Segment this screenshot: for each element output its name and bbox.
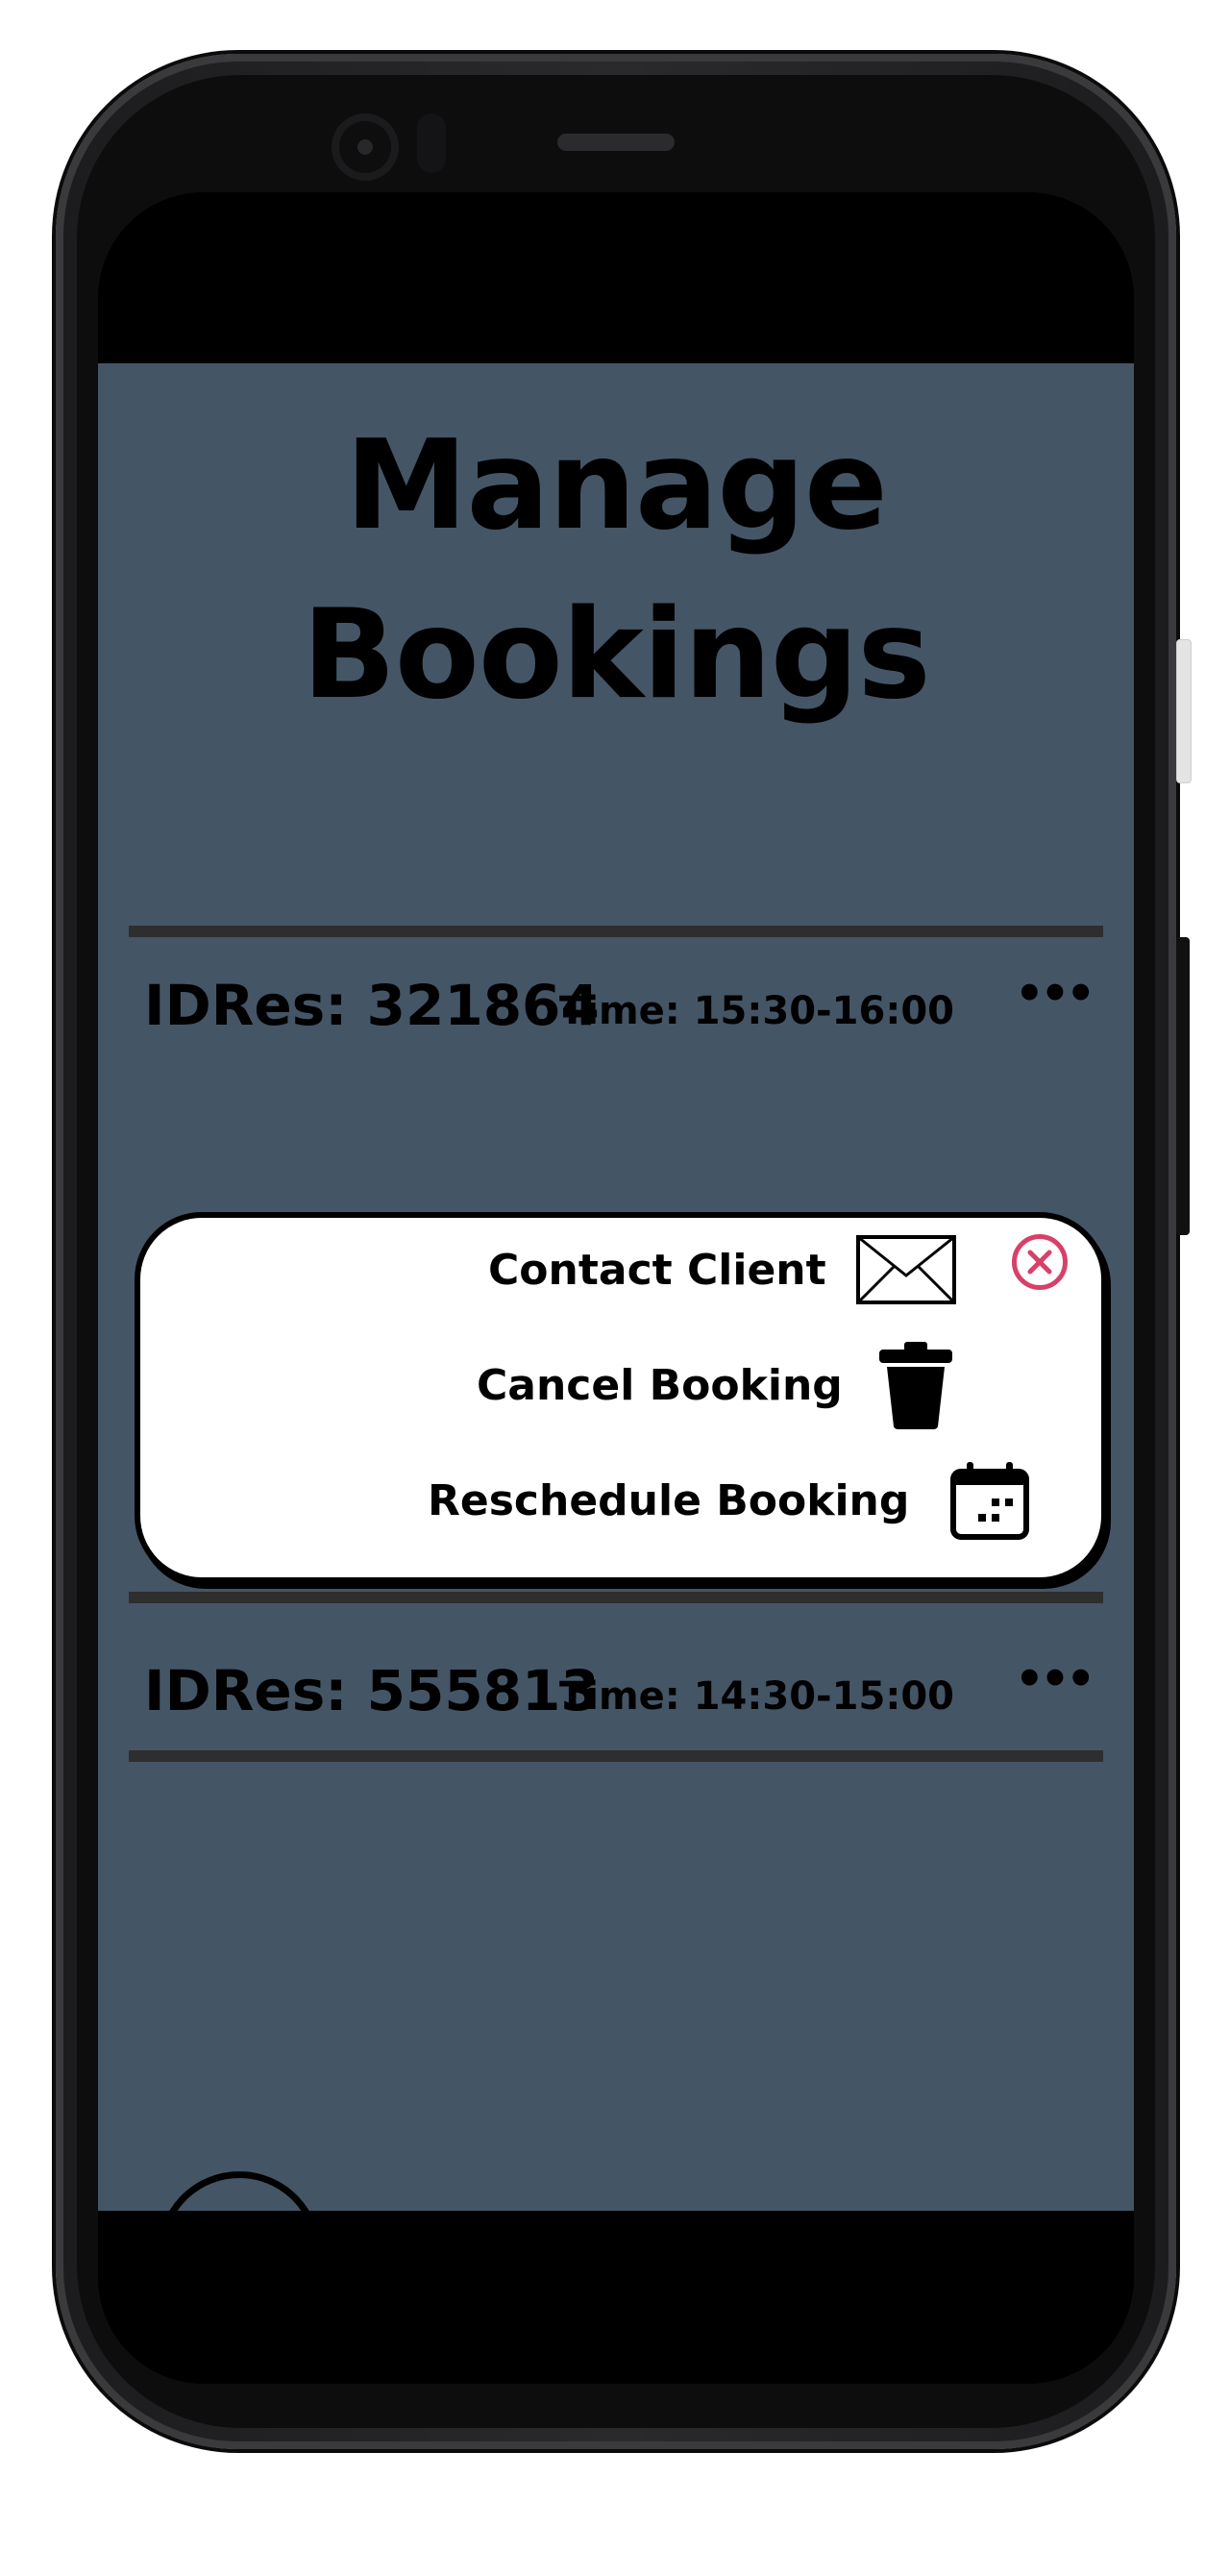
reschedule-booking-button[interactable]: Reschedule Booking [428,1460,1030,1541]
contact-client-label: Contact Client [488,1245,826,1295]
page-title-line1: Manage [345,414,888,557]
page-title: Manage Bookings [98,402,1134,740]
reschedule-booking-label: Reschedule Booking [428,1475,910,1525]
more-options-icon[interactable]: ••• [1015,1656,1095,1702]
proximity-sensor [417,113,446,173]
booking-options-modal: Contact Client Cancel Booking Reschedule… [135,1212,1107,1583]
power-button [1176,937,1190,1235]
booking-id: IDRes: 555813 [144,1658,600,1723]
booking-row[interactable]: IDRes: 555813 Time: 14:30-15:00 ••• [144,1652,1095,1729]
booking-time: Time: 15:30-16:00 [559,989,954,1033]
close-icon[interactable] [1012,1234,1068,1290]
cancel-booking-label: Cancel Booking [477,1360,843,1410]
phone-screen: Manage Bookings IDRes: 321864 Time: 15:3… [98,192,1134,2384]
contact-client-button[interactable]: Contact Client [488,1231,957,1308]
chevron-left-icon [213,2219,261,2287]
front-camera [332,113,399,181]
page-title-line2: Bookings [302,583,930,727]
calendar-icon [949,1460,1030,1541]
earpiece-speaker [557,134,675,151]
booking-time: Time: 14:30-15:00 [559,1674,954,1719]
divider [129,1750,1103,1762]
booking-id: IDRes: 321864 [144,973,600,1038]
trash-icon [877,1340,954,1430]
booking-row[interactable]: IDRes: 321864 Time: 15:30-16:00 ••• [144,967,1095,1044]
app-screen: Manage Bookings IDRes: 321864 Time: 15:3… [98,363,1134,2335]
cancel-booking-button[interactable]: Cancel Booking [477,1342,954,1429]
more-options-icon[interactable]: ••• [1015,971,1095,1017]
divider [129,926,1103,937]
envelope-icon [855,1233,957,1306]
divider [129,1592,1103,1603]
back-button[interactable] [158,2171,321,2335]
volume-button [1176,639,1192,783]
